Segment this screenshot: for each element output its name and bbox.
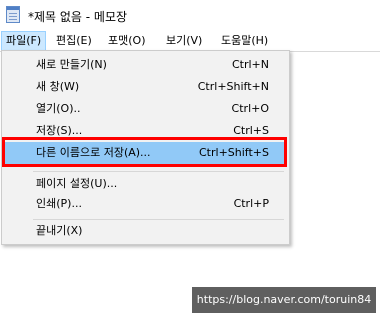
menu-item-exit[interactable]: 끝내기(X) bbox=[5, 220, 286, 242]
annotation-highlight-box bbox=[2, 137, 287, 167]
menu-item-label: 페이지 설정(U)... bbox=[36, 177, 118, 190]
menu-item-print[interactable]: 인쇄(P)... Ctrl+P bbox=[5, 193, 286, 215]
menu-item-open[interactable]: 열기(O).. Ctrl+O bbox=[5, 98, 286, 120]
menu-bar: 파일(F) 편집(E) 포맷(O) 보기(V) 도움말(H) bbox=[0, 31, 380, 51]
window-title: *제목 없음 - 메모장 bbox=[28, 10, 128, 24]
menu-item-label: 인쇄(P)... bbox=[36, 197, 82, 210]
menu-item-label: 열기(O).. bbox=[36, 102, 81, 115]
menu-help[interactable]: 도움말(H) bbox=[217, 31, 272, 51]
notepad-icon bbox=[6, 6, 20, 23]
menu-item-page-setup[interactable]: 페이지 설정(U)... bbox=[5, 173, 286, 195]
menu-format[interactable]: 포맷(O) bbox=[104, 31, 149, 51]
blog-watermark: https://blog.naver.com/toruin84 bbox=[192, 287, 376, 313]
menu-item-new[interactable]: 새로 만들기(N) Ctrl+N bbox=[5, 54, 286, 76]
menu-item-label: 새로 만들기(N) bbox=[36, 58, 107, 71]
title-bar: *제목 없음 - 메모장 bbox=[0, 0, 380, 31]
menu-edit[interactable]: 편집(E) bbox=[52, 31, 96, 51]
menu-item-shortcut: Ctrl+O bbox=[231, 102, 269, 115]
menu-item-new-window[interactable]: 새 창(W) Ctrl+Shift+N bbox=[5, 76, 286, 98]
menu-separator bbox=[33, 171, 284, 172]
menu-item-shortcut: Ctrl+N bbox=[231, 58, 269, 71]
menu-file[interactable]: 파일(F) bbox=[1, 31, 47, 51]
menu-item-label: 끝내기(X) bbox=[36, 224, 83, 237]
menu-item-label: 새 창(W) bbox=[36, 80, 80, 93]
menu-item-shortcut: Ctrl+Shift+N bbox=[197, 80, 269, 93]
menu-view[interactable]: 보기(V) bbox=[162, 31, 206, 51]
menu-item-shortcut: Ctrl+P bbox=[233, 197, 269, 210]
